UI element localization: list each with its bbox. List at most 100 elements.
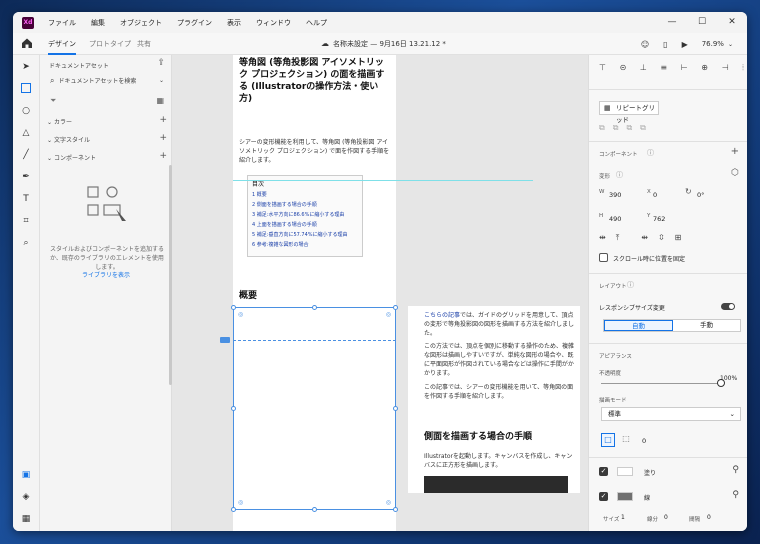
blend-mode-select[interactable]: 標準 ⌄ (601, 407, 741, 421)
y-field[interactable]: 762 (653, 215, 665, 223)
menu-help[interactable]: ヘルプ (306, 18, 327, 28)
responsive-resize-toggle[interactable] (721, 303, 735, 310)
menu-view[interactable]: 表示 (227, 18, 241, 28)
minimize-button[interactable]: — (657, 12, 687, 33)
toc-item[interactable]: 6 参考:複雑な図形の場合 (252, 240, 358, 250)
height-field[interactable]: 490 (609, 215, 621, 223)
constrain-height-icon[interactable]: ⇳ (658, 233, 665, 243)
intersect-icon[interactable]: ⧉ (626, 123, 632, 133)
toc-item[interactable]: 1 概要 (252, 190, 358, 200)
toc-item[interactable]: 3 補足:水平方向に86.6%に縮小する理由 (252, 210, 358, 220)
menu-file[interactable]: ファイル (48, 18, 76, 28)
grid-view-icon[interactable]: ▦ (156, 96, 164, 105)
fill-checkbox[interactable]: ✓ (599, 467, 608, 476)
union-icon[interactable]: ⧉ (599, 123, 605, 133)
resize-handle[interactable] (312, 305, 317, 310)
width-field[interactable]: 390 (609, 191, 621, 199)
canvas[interactable]: シアーツールを利用した変形操作で等角図 (等角投影図 アイソメトリック プロジェ… (172, 55, 588, 531)
asset-search[interactable]: ⌕ ドキュメントアセットを検索 ⌄ (46, 74, 168, 87)
eyedropper-icon[interactable]: ⚲ (732, 490, 739, 500)
maximize-button[interactable]: ☐ (687, 12, 717, 33)
resize-handle[interactable] (393, 507, 398, 512)
pen-tool-icon[interactable]: ✒ (20, 171, 32, 183)
mobile-preview-icon[interactable]: ▯ (663, 40, 667, 49)
filter-icon[interactable]: ⏷ (50, 96, 56, 106)
artboard-tool-icon[interactable]: ⌗ (20, 215, 32, 227)
scroll-marker[interactable] (220, 337, 230, 343)
corner-radius-icon[interactable]: ◎ (386, 311, 391, 318)
align-top-icon[interactable]: ⊤ (599, 63, 606, 73)
dash-field[interactable]: 0 (664, 514, 668, 521)
stroke-swatch[interactable] (617, 492, 633, 501)
auto-option[interactable]: 自動 (604, 320, 673, 331)
chevron-down-icon[interactable]: ⌄ (728, 41, 733, 48)
search-input[interactable]: ドキュメントアセットを検索 (58, 76, 136, 85)
section-character-styles[interactable]: ⌄ 文字スタイル + (47, 133, 167, 144)
align-center-icon[interactable]: ⊕ (701, 63, 708, 73)
play-icon[interactable]: ▶ (682, 40, 688, 49)
section-heading[interactable]: 概要 (239, 288, 257, 301)
tab-share[interactable]: 共有 (137, 33, 151, 55)
subtract-icon[interactable]: ⧉ (613, 123, 619, 133)
chevron-down-icon[interactable]: ⌄ (159, 77, 164, 84)
resize-handle[interactable] (231, 507, 236, 512)
select-tool-icon[interactable]: ➤ (20, 61, 32, 73)
flip-vertical-icon[interactable]: ⤒ (616, 233, 620, 243)
exclude-icon[interactable]: ⧉ (640, 123, 646, 133)
tab-prototype[interactable]: プロトタイプ (89, 33, 131, 55)
repeat-grid-button[interactable]: ▦ リピートグリッド (599, 101, 659, 124)
section-heading[interactable]: 側面を描画する場合の手順 (424, 429, 532, 442)
opacity-slider[interactable] (601, 383, 723, 384)
3d-transform-icon[interactable]: ⬡ (731, 168, 739, 178)
fill-swatch[interactable] (617, 467, 633, 476)
corner-each-icon[interactable]: ⬚ (619, 433, 633, 447)
view-libraries-link[interactable]: ライブラリを表示 (40, 270, 172, 279)
resize-handle[interactable] (231, 305, 236, 310)
corner-all-icon[interactable]: □ (601, 433, 615, 447)
add-component-icon[interactable]: + (731, 146, 739, 157)
menu-object[interactable]: オブジェクト (120, 18, 162, 28)
text-tool-icon[interactable]: T (20, 193, 32, 205)
resize-handle[interactable] (312, 507, 317, 512)
article-heading[interactable]: シアーツールを利用した変形操作で等角図 (等角投影図 アイソメトリック プロジェ… (239, 55, 391, 105)
distribute-horizontal-icon[interactable]: ⦙ (742, 63, 744, 73)
align-middle-icon[interactable]: ⊝ (620, 63, 627, 73)
toc-item[interactable]: 4 上面を描画する場合の手順 (252, 220, 358, 230)
article-intro[interactable]: シアーの変形機能を利用して、等角図 (等角投影図 アイソメトリック プロジェクシ… (239, 138, 391, 165)
section-components[interactable]: ⌄ コンポーネント + (47, 151, 167, 162)
resize-handle[interactable] (231, 406, 236, 411)
zoom-tool-icon[interactable]: ⌕ (20, 237, 32, 249)
add-color-icon[interactable]: + (159, 115, 167, 125)
article-link[interactable]: こちらの記事 (424, 312, 460, 319)
table-of-contents[interactable]: 目次 1 概要 2 側面を描画する場合の手順 3 補足:水平方向に86.6%に縮… (247, 175, 363, 257)
guide-line[interactable] (233, 180, 533, 181)
align-right-icon[interactable]: ⊣ (722, 63, 729, 73)
tab-design[interactable]: デザイン (48, 33, 76, 55)
menu-plugins[interactable]: プラグイン (177, 18, 212, 28)
corner-radius-icon[interactable]: ◎ (238, 499, 243, 506)
ellipse-tool-icon[interactable]: ○ (20, 105, 32, 117)
plugins-panel-icon[interactable]: ▦ (20, 513, 32, 525)
add-character-style-icon[interactable]: + (159, 133, 167, 143)
add-component-icon[interactable]: + (159, 151, 167, 161)
resize-handle[interactable] (393, 406, 398, 411)
toc-item[interactable]: 5 補足:垂直方向に57.74%に縮小する理由 (252, 230, 358, 240)
stroke-checkbox[interactable]: ✓ (599, 492, 608, 501)
eyedropper-icon[interactable]: ⚲ (732, 465, 739, 475)
toc-item[interactable]: 2 側面を描画する場合の手順 (252, 200, 358, 210)
account-icon[interactable]: ☺ (641, 40, 649, 49)
section-colors[interactable]: ⌄ カラー + (47, 115, 167, 126)
rectangle-tool-icon[interactable] (21, 83, 31, 93)
constrain-width-icon[interactable]: ⇹ (641, 233, 648, 243)
selected-rectangle[interactable]: ◎ ◎ ◎ ◎ (231, 305, 398, 512)
screenshot-image[interactable] (424, 476, 568, 493)
x-field[interactable]: 0 (653, 191, 657, 199)
article-paragraph[interactable]: こちらの記事では、ガイドのグリッドを用意して、頂点の変形で等角投影図の図形を描画… (424, 311, 576, 338)
home-icon[interactable] (21, 37, 33, 49)
article-paragraph[interactable]: この記事では、シアーの変形機能を用いて、等角図の面を作図する手順を紹介します。 (424, 383, 576, 401)
constrain-both-icon[interactable]: ⊞ (675, 233, 682, 243)
menu-window[interactable]: ウィンドウ (256, 18, 291, 28)
layers-panel-icon[interactable]: ◈ (20, 491, 32, 503)
zoom-level[interactable]: 76.9% (702, 40, 724, 48)
export-icon[interactable]: ⇪ (157, 58, 165, 68)
